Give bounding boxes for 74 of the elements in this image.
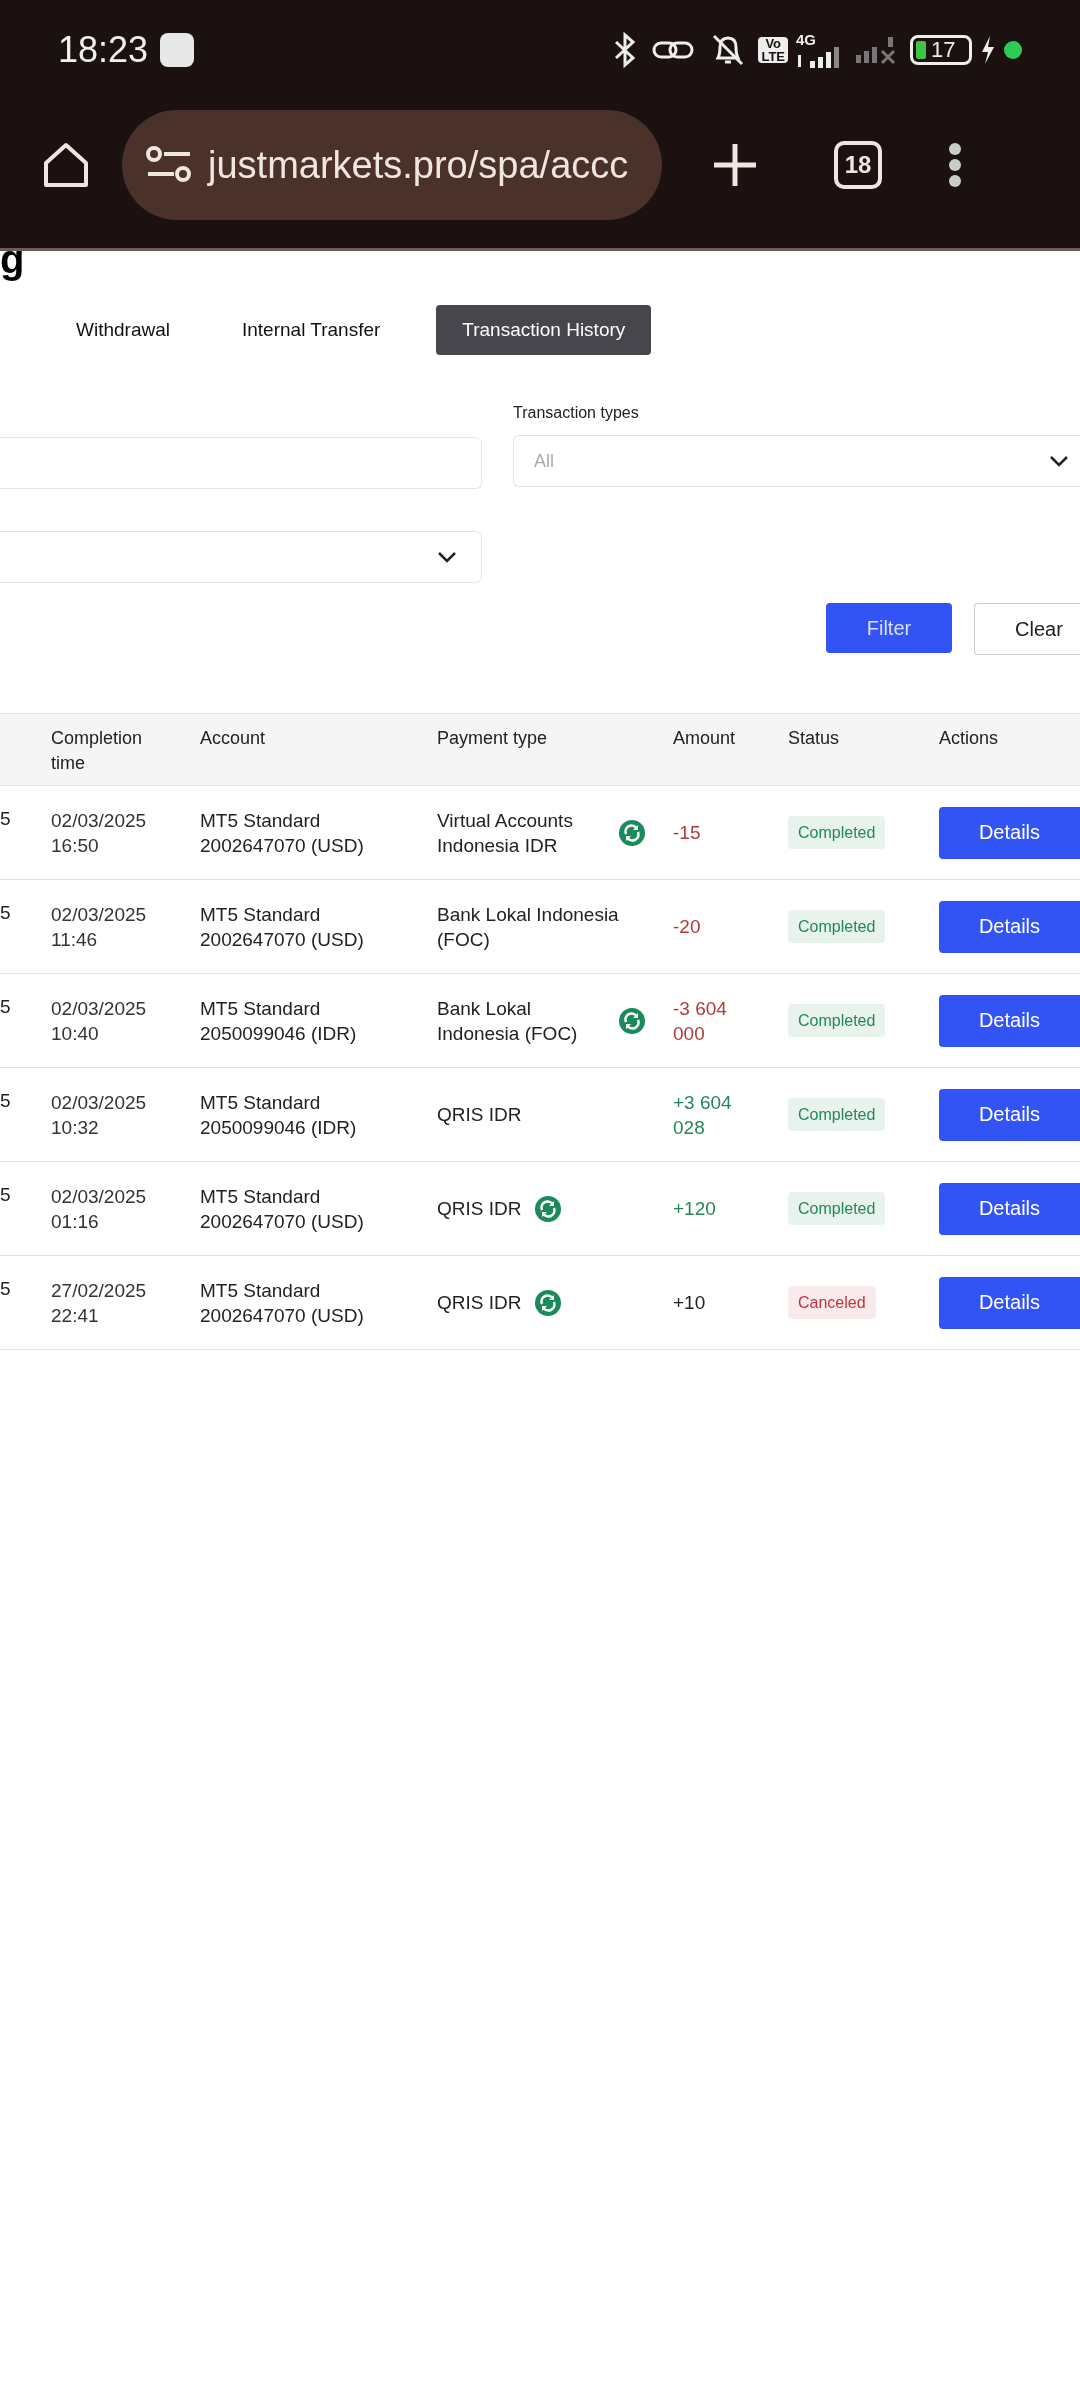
table-cell-text: 02/03/2025 16:50 (51, 808, 148, 858)
chevron-down-icon (437, 551, 457, 563)
column-header: Actions (939, 728, 999, 748)
table-cell-text: MT5 Standard 2002647070 (USD) (200, 902, 365, 952)
table-cell-text: 27/02/2025 22:41 (51, 1278, 148, 1328)
status-time: 18:23 (58, 28, 149, 72)
table-cell-text: -3 604 000 (673, 996, 728, 1046)
table-cell-text: MT5 Standard 2050099046 (IDR) (200, 1090, 358, 1140)
table-cell-text: +10 (673, 1291, 707, 1315)
details-button[interactable]: Details (939, 900, 1080, 953)
bluetooth-icon (614, 32, 637, 68)
table-cell-text: Bank Lokal Indonesia (FOC) (437, 996, 579, 1046)
tab[interactable]: Internal Transfer (226, 305, 397, 355)
table-cell-text: 02/03/2025 01:16 (51, 1184, 148, 1234)
column-header: Amount (673, 728, 736, 748)
table-cell-text: 02/03/2025 10:32 (51, 1090, 148, 1140)
table-cell-text: 5 (0, 995, 11, 1019)
table-cell-text: MT5 Standard 2002647070 (USD) (200, 1278, 365, 1328)
status-badge: Completed (788, 1004, 886, 1037)
tab-count-button[interactable]: 18 (834, 141, 882, 189)
table-cell-text: +3 604 028 (673, 1090, 733, 1140)
clear-button[interactable]: Clear (974, 603, 1080, 655)
status-badge: Completed (788, 816, 886, 849)
network-type: 4G (796, 31, 816, 47)
status-badge: Completed (788, 1098, 886, 1131)
new-tab-icon[interactable] (712, 142, 758, 188)
tune-icon (146, 145, 192, 185)
table-cell-text: 5 (0, 1277, 11, 1301)
table-cell-text: MT5 Standard 2050099046 (IDR) (200, 996, 358, 1046)
filter-button[interactable]: Filter (826, 603, 952, 653)
column-header: Status (788, 728, 840, 748)
table-cell-text: 5 (0, 807, 11, 831)
address-bar[interactable]: justmarkets.pro/spa/accc (122, 110, 662, 220)
table-cell-text: QRIS IDR (437, 1291, 522, 1315)
notification-icon (160, 33, 195, 67)
column-header: Account (200, 728, 266, 748)
signal-icon (796, 46, 842, 69)
column-header: Completion time (51, 728, 143, 773)
table-cell-text: 5 (0, 1089, 11, 1113)
input-field[interactable] (0, 437, 482, 489)
table-cell-text: 02/03/2025 11:46 (51, 902, 148, 952)
chevron-down-icon (1049, 455, 1069, 467)
table-cell-text: QRIS IDR (437, 1103, 522, 1127)
charging-icon (980, 35, 996, 65)
table-cell-text: 02/03/2025 10:40 (51, 996, 148, 1046)
status-badge: Completed (788, 1192, 886, 1225)
status-badge: Completed (788, 910, 886, 943)
tab[interactable]: Withdrawal (60, 305, 186, 355)
table-cell-text: Virtual Accounts Indonesia IDR (437, 808, 574, 858)
details-button[interactable]: Details (939, 1182, 1080, 1235)
table-cell-text: QRIS IDR (437, 1197, 522, 1221)
table-cell-text: MT5 Standard 2002647070 (USD) (200, 808, 365, 858)
details-button[interactable]: Details (939, 806, 1080, 859)
no-signal-icon (854, 35, 898, 65)
table-cell-text: +120 (673, 1197, 717, 1221)
volte-badge: Vo LTE (758, 37, 788, 63)
table-cell-text: Bank Lokal Indonesia (FOC) (437, 902, 620, 952)
table-cell-text: MT5 Standard 2002647070 (USD) (200, 1184, 365, 1234)
column-header: Payment type (437, 728, 548, 748)
url-text: justmarkets.pro/spa/accc (208, 142, 629, 188)
battery-icon: 17 (910, 35, 972, 65)
table-cell-text: -15 (673, 821, 702, 845)
status-badge: Canceled (788, 1286, 876, 1319)
tab[interactable]: Transaction History (436, 305, 652, 355)
details-button[interactable]: Details (939, 994, 1080, 1047)
page-title: g (0, 236, 24, 283)
details-button[interactable]: Details (939, 1088, 1080, 1141)
more-icon[interactable] (948, 142, 962, 188)
table-cell-text: -20 (673, 915, 702, 939)
field-label: Transaction types (513, 403, 640, 423)
details-button[interactable]: Details (939, 1276, 1080, 1329)
table-cell-text: 5 (0, 901, 11, 925)
table-cell-text: 5 (0, 1183, 11, 1207)
dropdown-field[interactable] (0, 531, 482, 583)
